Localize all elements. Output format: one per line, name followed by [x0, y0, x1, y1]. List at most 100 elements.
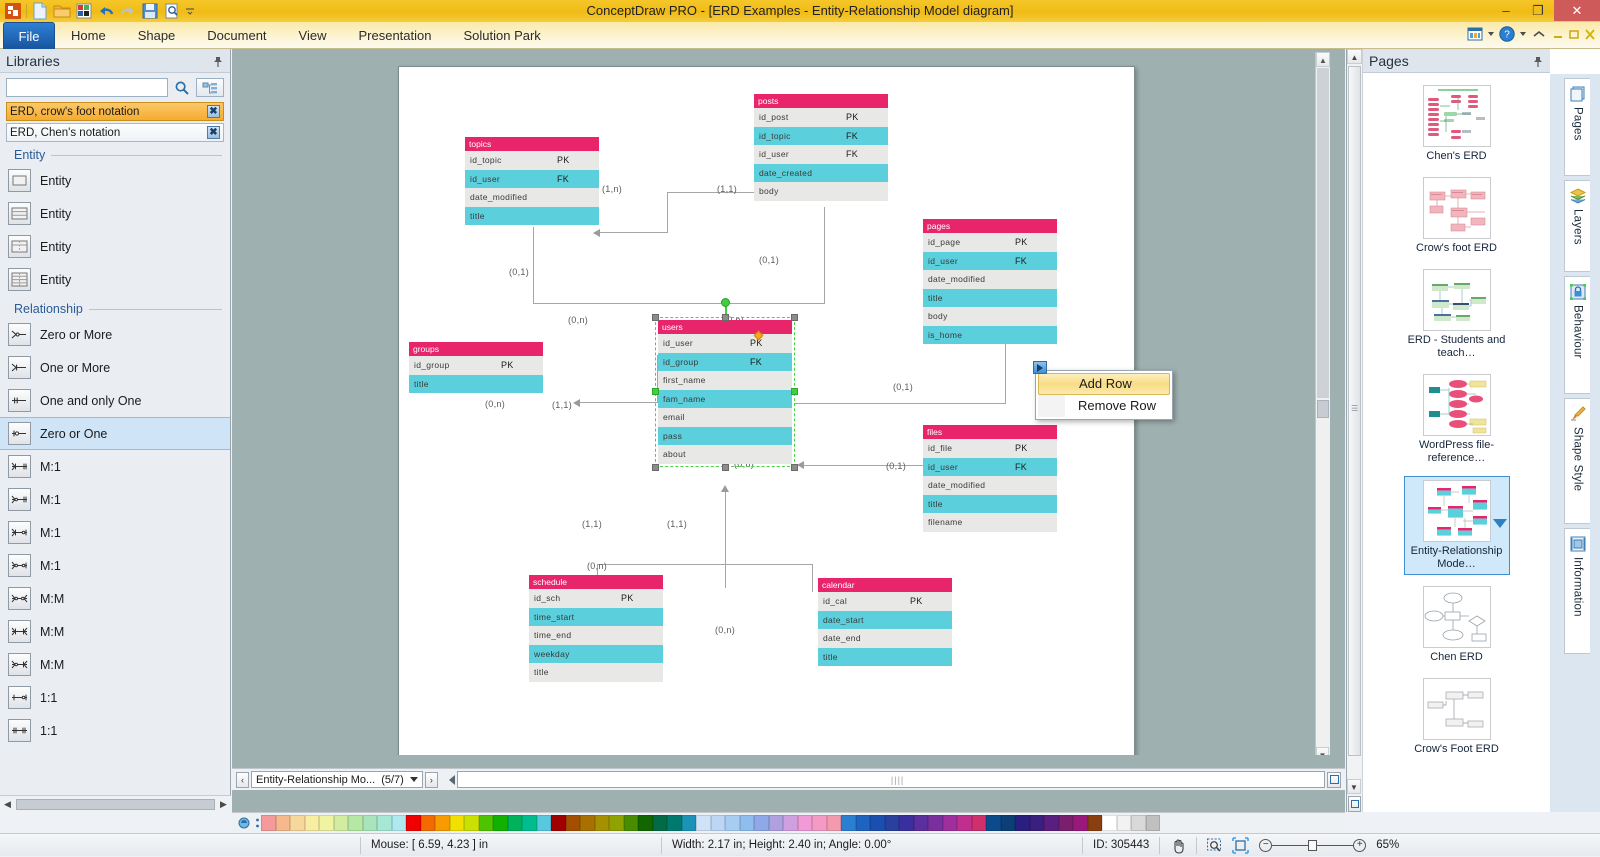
entity-row[interactable]: id_postPK — [754, 108, 888, 127]
palette-swatch[interactable] — [334, 815, 349, 831]
palette-swatch[interactable] — [464, 815, 479, 831]
entity-row[interactable]: body — [754, 182, 888, 201]
dock-tab-shape-style[interactable]: Shape Style — [1564, 398, 1590, 524]
entity-row[interactable]: title — [818, 648, 952, 667]
palette-swatch[interactable] — [711, 815, 726, 831]
search-icon[interactable] — [172, 78, 192, 97]
horizontal-scroll-track[interactable]: |||| — [457, 771, 1325, 788]
zoom-in-button[interactable]: + — [1353, 839, 1366, 852]
page-thumb-chens-erd[interactable]: Chen's ERD — [1404, 82, 1510, 166]
tab-solution-park[interactable]: Solution Park — [447, 22, 556, 49]
chevron-down-icon[interactable] — [410, 777, 418, 782]
entity-row[interactable]: title — [409, 375, 543, 394]
palette-swatch[interactable] — [1131, 815, 1146, 831]
palette-swatch[interactable] — [377, 815, 392, 831]
palette-swatch[interactable] — [928, 815, 943, 831]
library-tab-crows-foot[interactable]: ERD, crow's foot notation ✖ — [6, 102, 224, 121]
entity-row[interactable]: id_userFK — [465, 170, 599, 189]
palette-swatch[interactable] — [827, 815, 842, 831]
palette-swatch[interactable] — [551, 815, 566, 831]
canvas-area[interactable]: (1,n) (1,1) (0,1) (0,1) (0,n) (0,n) (0,n… — [232, 49, 1345, 812]
page-tab-bar[interactable]: ‹ Entity-Relationship Mo... (5/7) › |||| — [232, 768, 1345, 790]
entity-row[interactable]: id_topicPK — [465, 151, 599, 170]
palette-swatch[interactable] — [725, 815, 740, 831]
canvas-viewport[interactable]: (1,n) (1,1) (0,1) (0,1) (0,n) (0,n) (0,n… — [235, 52, 1330, 755]
entity-row[interactable]: id_topicFK — [754, 127, 888, 146]
scrollbar-thumb[interactable] — [1317, 400, 1329, 418]
scroll-down-icon[interactable]: ▼ — [1347, 779, 1361, 794]
palette-swatch[interactable] — [1030, 815, 1045, 831]
palette-swatch[interactable] — [914, 815, 929, 831]
dock-tab-information[interactable]: Information — [1564, 528, 1590, 654]
pin-icon[interactable] — [212, 55, 224, 67]
hscroll-left-icon[interactable] — [449, 775, 455, 785]
entity-row[interactable]: time_end — [529, 626, 663, 645]
palette-swatch[interactable] — [1001, 815, 1016, 831]
library-item-m1-a[interactable]: M:1 — [0, 450, 230, 483]
menu-item-add-row[interactable]: Add Row — [1038, 373, 1170, 395]
entity-row[interactable]: title — [923, 495, 1057, 514]
palette-color-picker-icon[interactable] — [236, 815, 254, 832]
entity-row[interactable]: title — [529, 663, 663, 682]
tab-home[interactable]: Home — [55, 22, 122, 49]
palette-swatch[interactable] — [682, 815, 697, 831]
tab-shape[interactable]: Shape — [122, 22, 192, 49]
fit-pages-button[interactable] — [1348, 796, 1361, 812]
palette-swatch[interactable] — [537, 815, 552, 831]
library-item-entity-key[interactable]: Entity — [0, 230, 230, 263]
palette-swatch[interactable] — [667, 815, 682, 831]
page-thumb-crows-foot-erd[interactable]: Crow's foot ERD — [1404, 174, 1510, 258]
collapse-ribbon-icon[interactable] — [1530, 25, 1548, 43]
palette-swatch[interactable] — [1117, 815, 1132, 831]
tab-document[interactable]: Document — [191, 22, 282, 49]
palette-swatch[interactable] — [798, 815, 813, 831]
entity-row[interactable]: time_start — [529, 608, 663, 627]
scroll-up-icon[interactable]: ▲ — [1316, 52, 1330, 67]
fit-page-icon[interactable] — [1232, 837, 1249, 854]
dock-tab-layers[interactable]: Layers — [1564, 180, 1590, 272]
palette-swatch[interactable] — [885, 815, 900, 831]
entity-topics[interactable]: topics id_topicPK id_userFK date_modifie… — [465, 137, 599, 225]
palette-swatch[interactable] — [653, 815, 668, 831]
minimize-button[interactable]: – — [1490, 0, 1522, 21]
palette-swatch[interactable] — [769, 815, 784, 831]
resize-handle-w[interactable] — [652, 388, 659, 395]
palette-swatch[interactable] — [754, 815, 769, 831]
search-input[interactable] — [6, 78, 168, 97]
page-thumb-entity-relationship-model[interactable]: Entity-Relationship Mode… — [1404, 476, 1510, 575]
palette-swatches[interactable] — [261, 815, 1160, 831]
entity-row[interactable]: date_end — [818, 629, 952, 648]
palette-swatch[interactable] — [1059, 815, 1074, 831]
entity-row[interactable]: id_pagePK — [923, 233, 1057, 252]
context-menu[interactable]: Add Row Remove Row — [1035, 370, 1173, 420]
palette-swatch[interactable] — [319, 815, 334, 831]
tab-view[interactable]: View — [283, 22, 343, 49]
entity-schedule[interactable]: schedule id_schPK time_start time_end we… — [529, 575, 663, 682]
entity-row[interactable]: date_modified — [923, 270, 1057, 289]
entity-posts[interactable]: posts id_postPK id_topicFK id_userFK dat… — [754, 94, 888, 201]
palette-swatch[interactable] — [696, 815, 711, 831]
entity-groups[interactable]: groups id_groupPK title — [409, 342, 543, 393]
window-controls[interactable]: – ❐ ✕ — [1490, 0, 1600, 22]
palette-swatch[interactable] — [783, 815, 798, 831]
scroll-up-icon[interactable]: ▲ — [1347, 49, 1362, 64]
help-dropdown-icon[interactable] — [1520, 32, 1526, 36]
resize-handle-ne[interactable] — [791, 314, 798, 321]
resize-handle-s[interactable] — [722, 464, 729, 471]
library-item-one-or-more[interactable]: One or More — [0, 351, 230, 384]
entity-row[interactable]: date_modified — [465, 188, 599, 207]
entity-row[interactable]: date_created — [754, 164, 888, 183]
palette-swatch[interactable] — [305, 815, 320, 831]
pan-hand-icon[interactable] — [1170, 837, 1187, 854]
palette-swatch[interactable] — [421, 815, 436, 831]
palette-swatch[interactable] — [450, 815, 465, 831]
library-item-m1-b[interactable]: M:1 — [0, 483, 230, 516]
page-thumb-erd-students[interactable]: ERD - Students and teach… — [1404, 266, 1510, 363]
palette-swatch[interactable] — [957, 815, 972, 831]
palette-swatch[interactable] — [406, 815, 421, 831]
palette-swatch[interactable] — [638, 815, 653, 831]
doc-minimize-icon[interactable] — [1552, 25, 1564, 43]
palette-swatch[interactable] — [624, 815, 639, 831]
library-item-zero-or-one[interactable]: Zero or One — [0, 417, 230, 450]
palette-swatch[interactable] — [841, 815, 856, 831]
